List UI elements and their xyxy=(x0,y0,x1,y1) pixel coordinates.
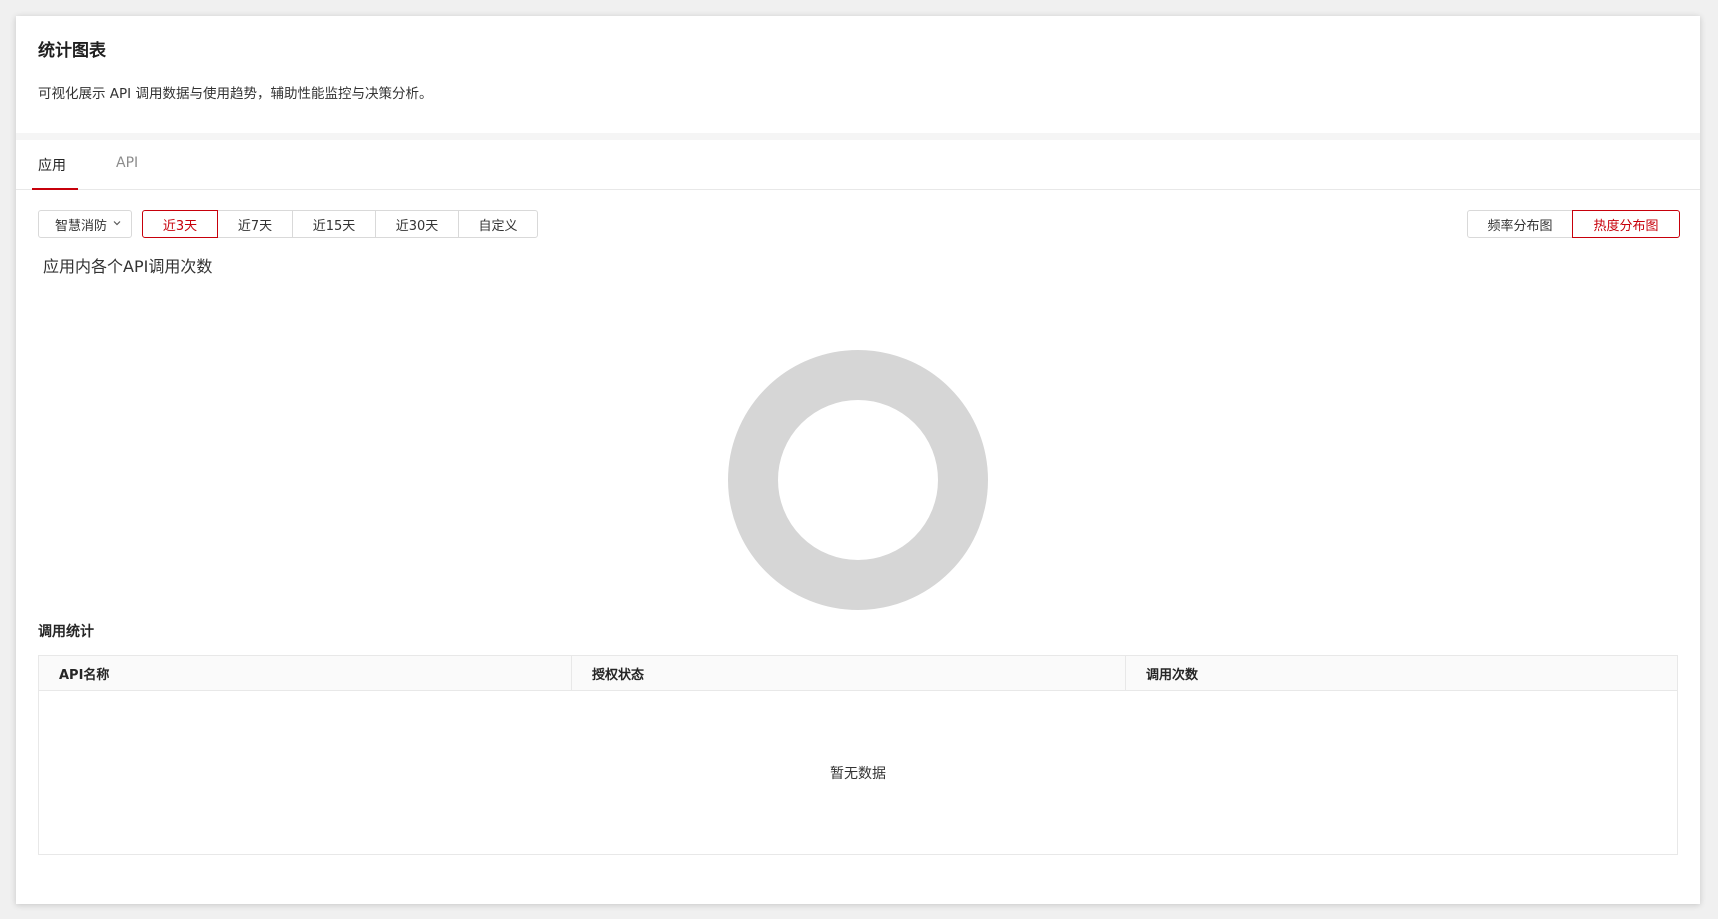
tab-bar: 应用 API xyxy=(16,140,1700,190)
range-3-days-button[interactable]: 近3天 xyxy=(142,210,218,238)
range-7-days-button[interactable]: 近7天 xyxy=(217,210,293,238)
app-select-value: 智慧消防 xyxy=(55,218,108,234)
chart-view-toggle: 频率分布图 热度分布图 xyxy=(1467,210,1680,238)
page-title: 统计图表 xyxy=(38,41,106,61)
column-header-call-count[interactable]: 调用次数 xyxy=(1125,656,1677,690)
column-header-auth-status[interactable]: 授权状态 xyxy=(571,656,1125,690)
empty-state: 暂无数据 xyxy=(830,765,886,782)
tab-api[interactable]: API xyxy=(116,155,138,171)
range-30-days-button[interactable]: 近30天 xyxy=(375,210,459,238)
chevron-down-icon xyxy=(113,221,121,226)
api-calls-donut-chart xyxy=(728,350,988,610)
frequency-chart-button[interactable]: 频率分布图 xyxy=(1467,210,1573,238)
call-stats-table: API名称 授权状态 调用次数 暂无数据 xyxy=(38,655,1678,855)
app-window: 统计图表 可视化展示 API 调用数据与使用趋势，辅助性能监控与决策分析。 应用… xyxy=(16,16,1700,904)
empty-donut-ring xyxy=(728,350,988,610)
active-tab-indicator xyxy=(32,188,78,190)
main-panel: 应用 API 智慧消防 近3天 近7天 近15天 近30天 自定义 频率分布图 … xyxy=(16,140,1700,904)
tab-app[interactable]: 应用 xyxy=(38,155,66,175)
table-header: API名称 授权状态 调用次数 xyxy=(39,656,1677,691)
time-range-group: 近3天 近7天 近15天 近30天 自定义 xyxy=(142,210,538,238)
range-15-days-button[interactable]: 近15天 xyxy=(292,210,376,238)
heat-chart-button[interactable]: 热度分布图 xyxy=(1572,210,1680,238)
column-header-api-name[interactable]: API名称 xyxy=(39,656,571,690)
app-select[interactable]: 智慧消防 xyxy=(38,210,132,238)
range-custom-button[interactable]: 自定义 xyxy=(458,210,538,238)
page-header: 统计图表 可视化展示 API 调用数据与使用趋势，辅助性能监控与决策分析。 xyxy=(16,16,1700,133)
chart-title: 应用内各个API调用次数 xyxy=(43,257,213,276)
page-description: 可视化展示 API 调用数据与使用趋势，辅助性能监控与决策分析。 xyxy=(38,86,433,102)
call-stats-title: 调用统计 xyxy=(38,624,94,640)
